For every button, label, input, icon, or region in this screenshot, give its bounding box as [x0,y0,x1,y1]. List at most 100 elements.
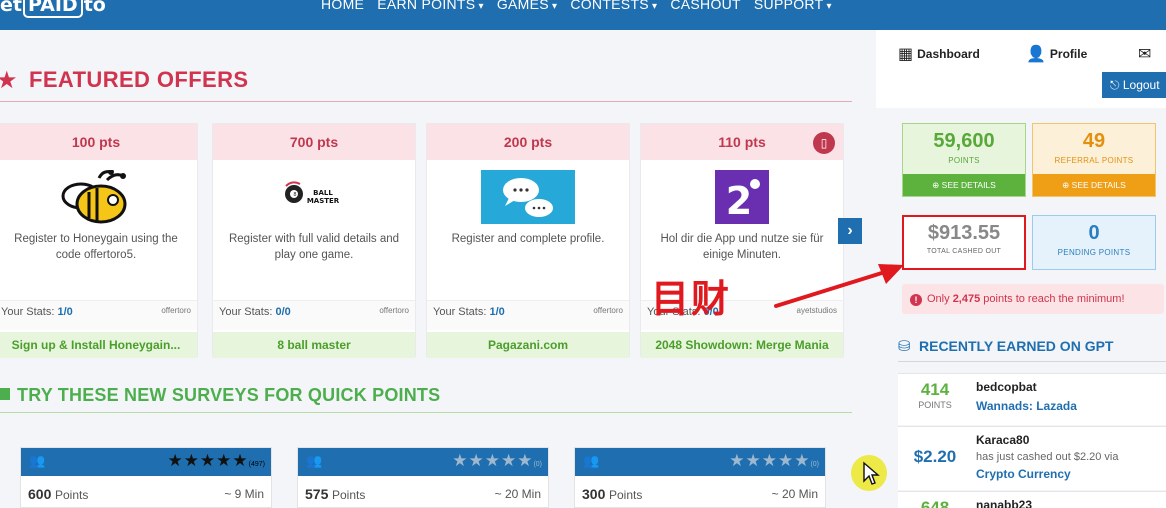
stats-label: Your Stats: [1,306,55,318]
alert-number: 2,475 [952,293,981,305]
dashboard-link[interactable]: ▦ Dashboard [898,44,980,64]
rating-count: (497) [248,461,265,468]
sidebar: ▦ Dashboard 👤 Profile ✉ ⎋ Logout 59,600 … [876,30,1166,508]
offer-name[interactable]: Pagazani.com [427,332,629,358]
rating-count: (0) [810,461,819,468]
highlight-box [902,215,1026,270]
svg-text:BALL: BALL [313,189,333,197]
recent-source[interactable]: Wannads: Lazada [976,399,1077,413]
points-value: 59,600 [933,130,995,152]
main-nav: HOME EARN POINTS GAMES CONTESTS CASHOUT … [321,0,845,12]
offer-source: ayetstudios [796,306,837,315]
annotation-text: 目财 [651,277,732,321]
offer-name[interactable]: Sign up & Install Honeygain... [0,332,197,358]
offer-stats: Your Stats: 1/0 offertoro [427,300,629,330]
sidebar-account-bar: ▦ Dashboard 👤 Profile ✉ ⎋ Logout [876,30,1166,108]
survey-header: 👥 ★★★★★(497) [21,448,271,476]
minimum-alert: ! Only 2,475 points to reach the minimum! [902,284,1164,314]
survey-info: 575 Points ~ 20 Min [305,486,541,502]
profile-label: Profile [1049,47,1088,61]
stats-label: Your Stats: [433,306,487,318]
offer-points: 200 pts [427,124,629,160]
svg-text:8: 8 [293,192,296,198]
stats-value: 1/0 [57,306,73,318]
recent-amount: 648 [920,498,950,508]
offer-name[interactable]: 8 ball master [213,332,415,358]
offer-stats: Your Stats: 0/0 offertoro [213,300,415,330]
logo-boxed: PAID [22,0,83,18]
survey-rating: ★★★★★(0) [452,451,542,470]
logout-button[interactable]: ⎋ Logout [1102,72,1166,98]
recent-source[interactable]: Crypto Currency [976,467,1071,481]
survey-points-label: Points [54,488,89,502]
2048-showdown-logo: 2 [641,170,843,224]
survey-info: 600 Points ~ 9 Min [28,486,264,502]
pending-label: PENDING POINTS [1057,248,1131,257]
mouse-cursor-icon [863,461,880,485]
survey-time: ~ 20 Min [494,487,541,501]
survey-info: 300 Points ~ 20 Min [582,486,818,502]
star-icon: ★ [0,67,18,94]
svg-text:MASTER: MASTER [307,197,340,205]
nav-cashout[interactable]: CASHOUT [670,0,741,12]
offer-name[interactable]: 2048 Showdown: Merge Mania [641,332,843,358]
nav-earn-points[interactable]: EARN POINTS [377,0,484,12]
survey-points-label: Points [331,488,366,502]
referral-label: REFERRAL POINTS [1054,156,1134,165]
offer-description: Register to Honeygain using the code off… [14,233,178,261]
nav-home[interactable]: HOME [321,0,364,12]
recent-item: 648 nanabb23 [898,491,1166,508]
featured-offers-heading: ★ FEATURED OFFERS [0,66,852,102]
survey-icon [0,388,10,400]
profile-link[interactable]: 👤 Profile [1026,44,1087,64]
top-navbar: etPAIDto HOME EARN POINTS GAMES CONTESTS… [0,0,1166,30]
nav-support[interactable]: SUPPORT [754,0,832,12]
user-gear-icon: 👤 [1026,46,1046,63]
featured-title: FEATURED OFFERS [29,67,249,92]
offer-source: offertoro [161,306,191,315]
envelope-icon: ✉ [1138,46,1152,63]
survey-card[interactable]: 👥 ★★★★★(0) 300 Points ~ 20 Min [574,447,826,508]
survey-time: ~ 20 Min [771,487,818,501]
points-label: POINTS [948,156,980,165]
survey-points: 575 [305,486,329,502]
points-see-details[interactable]: ⊕ SEE DETAILS [903,174,1025,196]
offer-points: 100 pts [0,124,197,160]
survey-time: ~ 9 Min [224,487,264,501]
points-box: 59,600 POINTS ⊕ SEE DETAILS [902,123,1026,197]
recent-earned-heading: ⛁ RECENTLY EARNED ON GPT [898,336,1166,362]
recent-item: 414 POINTS bedcopbat Wannads: Lazada [898,373,1166,425]
logout-label: Logout [1122,78,1160,92]
survey-rating: ★★★★★(0) [729,451,819,470]
referral-box: 49 REFERRAL POINTS ⊕ SEE DETAILS [1032,123,1156,197]
nav-contests[interactable]: CONTESTS [570,0,657,12]
survey-card[interactable]: 👥 ★★★★★(0) 575 Points ~ 20 Min [297,447,549,508]
rating-count: (0) [533,461,542,468]
offer-points: 700 pts [213,124,415,160]
pending-value: 0 [1088,222,1100,244]
offer-card[interactable]: 200 pts Register and complete profile. Y… [426,123,630,358]
carousel-next-button[interactable]: › [838,218,862,244]
site-logo[interactable]: et PAID to [0,0,106,18]
messages-link[interactable]: ✉ [1138,44,1155,64]
offer-card[interactable]: 700 pts 8 BALL MASTER Register with full… [212,123,416,358]
offer-description: Register and complete profile. [451,233,605,245]
recent-via: has just cashed out $2.20 via [976,451,1119,463]
recent-amount: $2.20 [913,447,957,466]
mobile-icon: ▯ [813,132,835,154]
nav-games[interactable]: GAMES [497,0,557,12]
survey-points-label: Points [608,488,643,502]
recent-user: bedcopbat [976,380,1037,394]
survey-card[interactable]: 👥 ★★★★★(497) 600 Points ~ 9 Min [20,447,272,508]
offer-source: offertoro [379,306,409,315]
offer-description: Hol dir die App und nutze sie für einige… [660,233,824,261]
survey-header: 👥 ★★★★★(0) [298,448,548,476]
offer-card[interactable]: 100 pts Register to Honeygain using the … [0,123,198,358]
logo-suffix: to [83,0,106,16]
users-icon: 👥 [583,453,600,468]
recent-title: RECENTLY EARNED ON GPT [919,338,1114,354]
recent-user: Karaca80 [976,433,1030,447]
coins-icon: ⛁ [898,338,911,355]
referral-see-details[interactable]: ⊕ SEE DETAILS [1033,174,1155,196]
alert-icon: ! [910,294,922,306]
